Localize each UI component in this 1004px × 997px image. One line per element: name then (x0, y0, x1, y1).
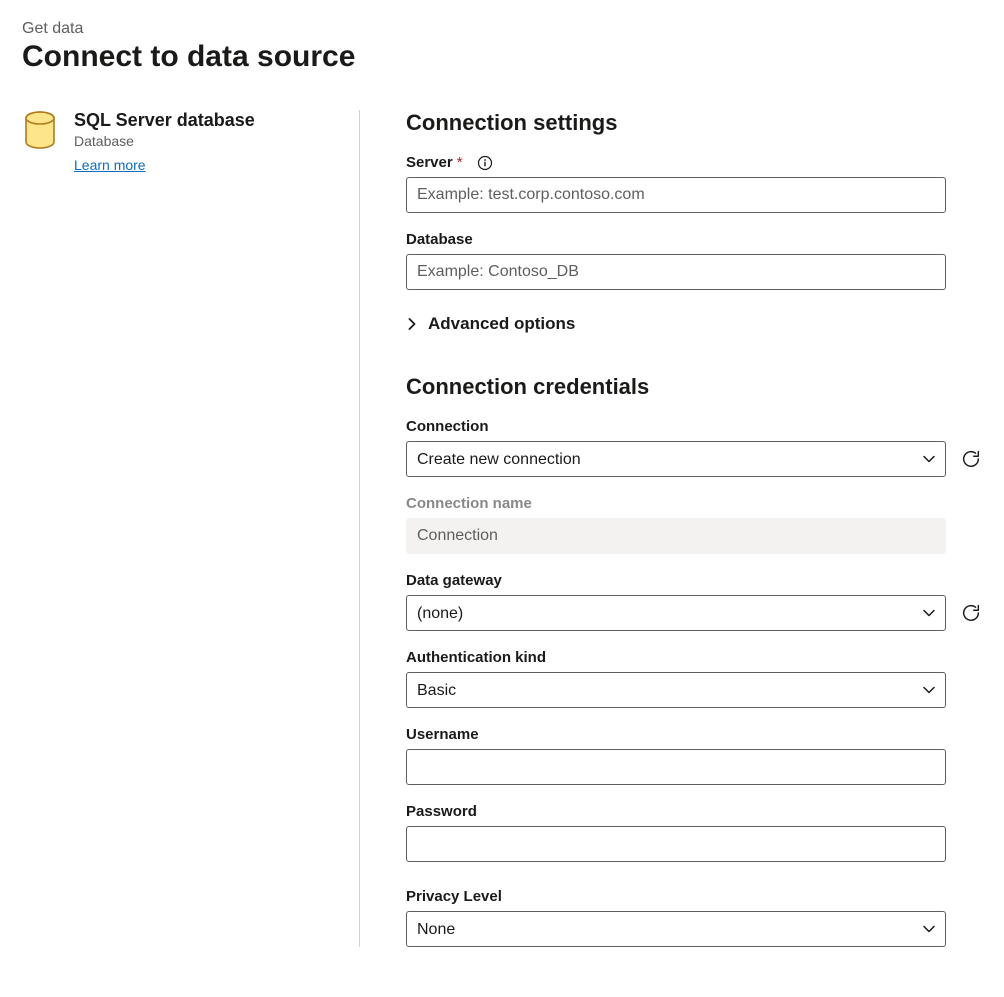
required-marker: * (457, 154, 463, 171)
breadcrumb: Get data (22, 20, 982, 38)
advanced-options-toggle[interactable]: Advanced options (406, 314, 970, 334)
connection-credentials-heading: Connection credentials (406, 374, 970, 400)
password-label-text: Password (406, 803, 477, 820)
privacy-level-select[interactable]: None (406, 911, 946, 947)
page-title: Connect to data source (22, 40, 982, 74)
database-label: Database (406, 231, 970, 248)
refresh-connection-button[interactable] (960, 447, 982, 471)
password-label: Password (406, 803, 970, 820)
source-title: SQL Server database (74, 110, 255, 131)
chevron-right-icon (406, 318, 418, 330)
auth-kind-select[interactable]: Basic (406, 672, 946, 708)
auth-kind-label-text: Authentication kind (406, 649, 546, 666)
database-label-text: Database (406, 231, 473, 248)
password-input[interactable] (406, 826, 946, 862)
username-label: Username (406, 726, 970, 743)
source-subtitle: Database (74, 133, 255, 149)
auth-kind-label: Authentication kind (406, 649, 970, 666)
connection-label-text: Connection (406, 418, 489, 435)
source-panel: SQL Server database Database Learn more (22, 110, 360, 947)
privacy-level-label: Privacy Level (406, 888, 970, 905)
info-icon[interactable] (477, 155, 493, 171)
server-label-text: Server (406, 154, 453, 171)
database-icon (22, 110, 58, 152)
connection-name-label: Connection name (406, 495, 970, 512)
connection-select[interactable]: Create new connection (406, 441, 946, 477)
data-gateway-label: Data gateway (406, 572, 970, 589)
advanced-options-label: Advanced options (428, 314, 575, 334)
connection-settings-heading: Connection settings (406, 110, 970, 136)
username-label-text: Username (406, 726, 479, 743)
privacy-level-label-text: Privacy Level (406, 888, 502, 905)
connection-name-input (406, 518, 946, 554)
learn-more-link[interactable]: Learn more (74, 157, 146, 173)
data-gateway-select[interactable]: (none) (406, 595, 946, 631)
connection-name-label-text: Connection name (406, 495, 532, 512)
data-gateway-label-text: Data gateway (406, 572, 502, 589)
connection-label: Connection (406, 418, 970, 435)
server-label: Server * (406, 154, 970, 171)
refresh-gateway-button[interactable] (960, 601, 982, 625)
database-input[interactable] (406, 254, 946, 290)
server-input[interactable] (406, 177, 946, 213)
username-input[interactable] (406, 749, 946, 785)
